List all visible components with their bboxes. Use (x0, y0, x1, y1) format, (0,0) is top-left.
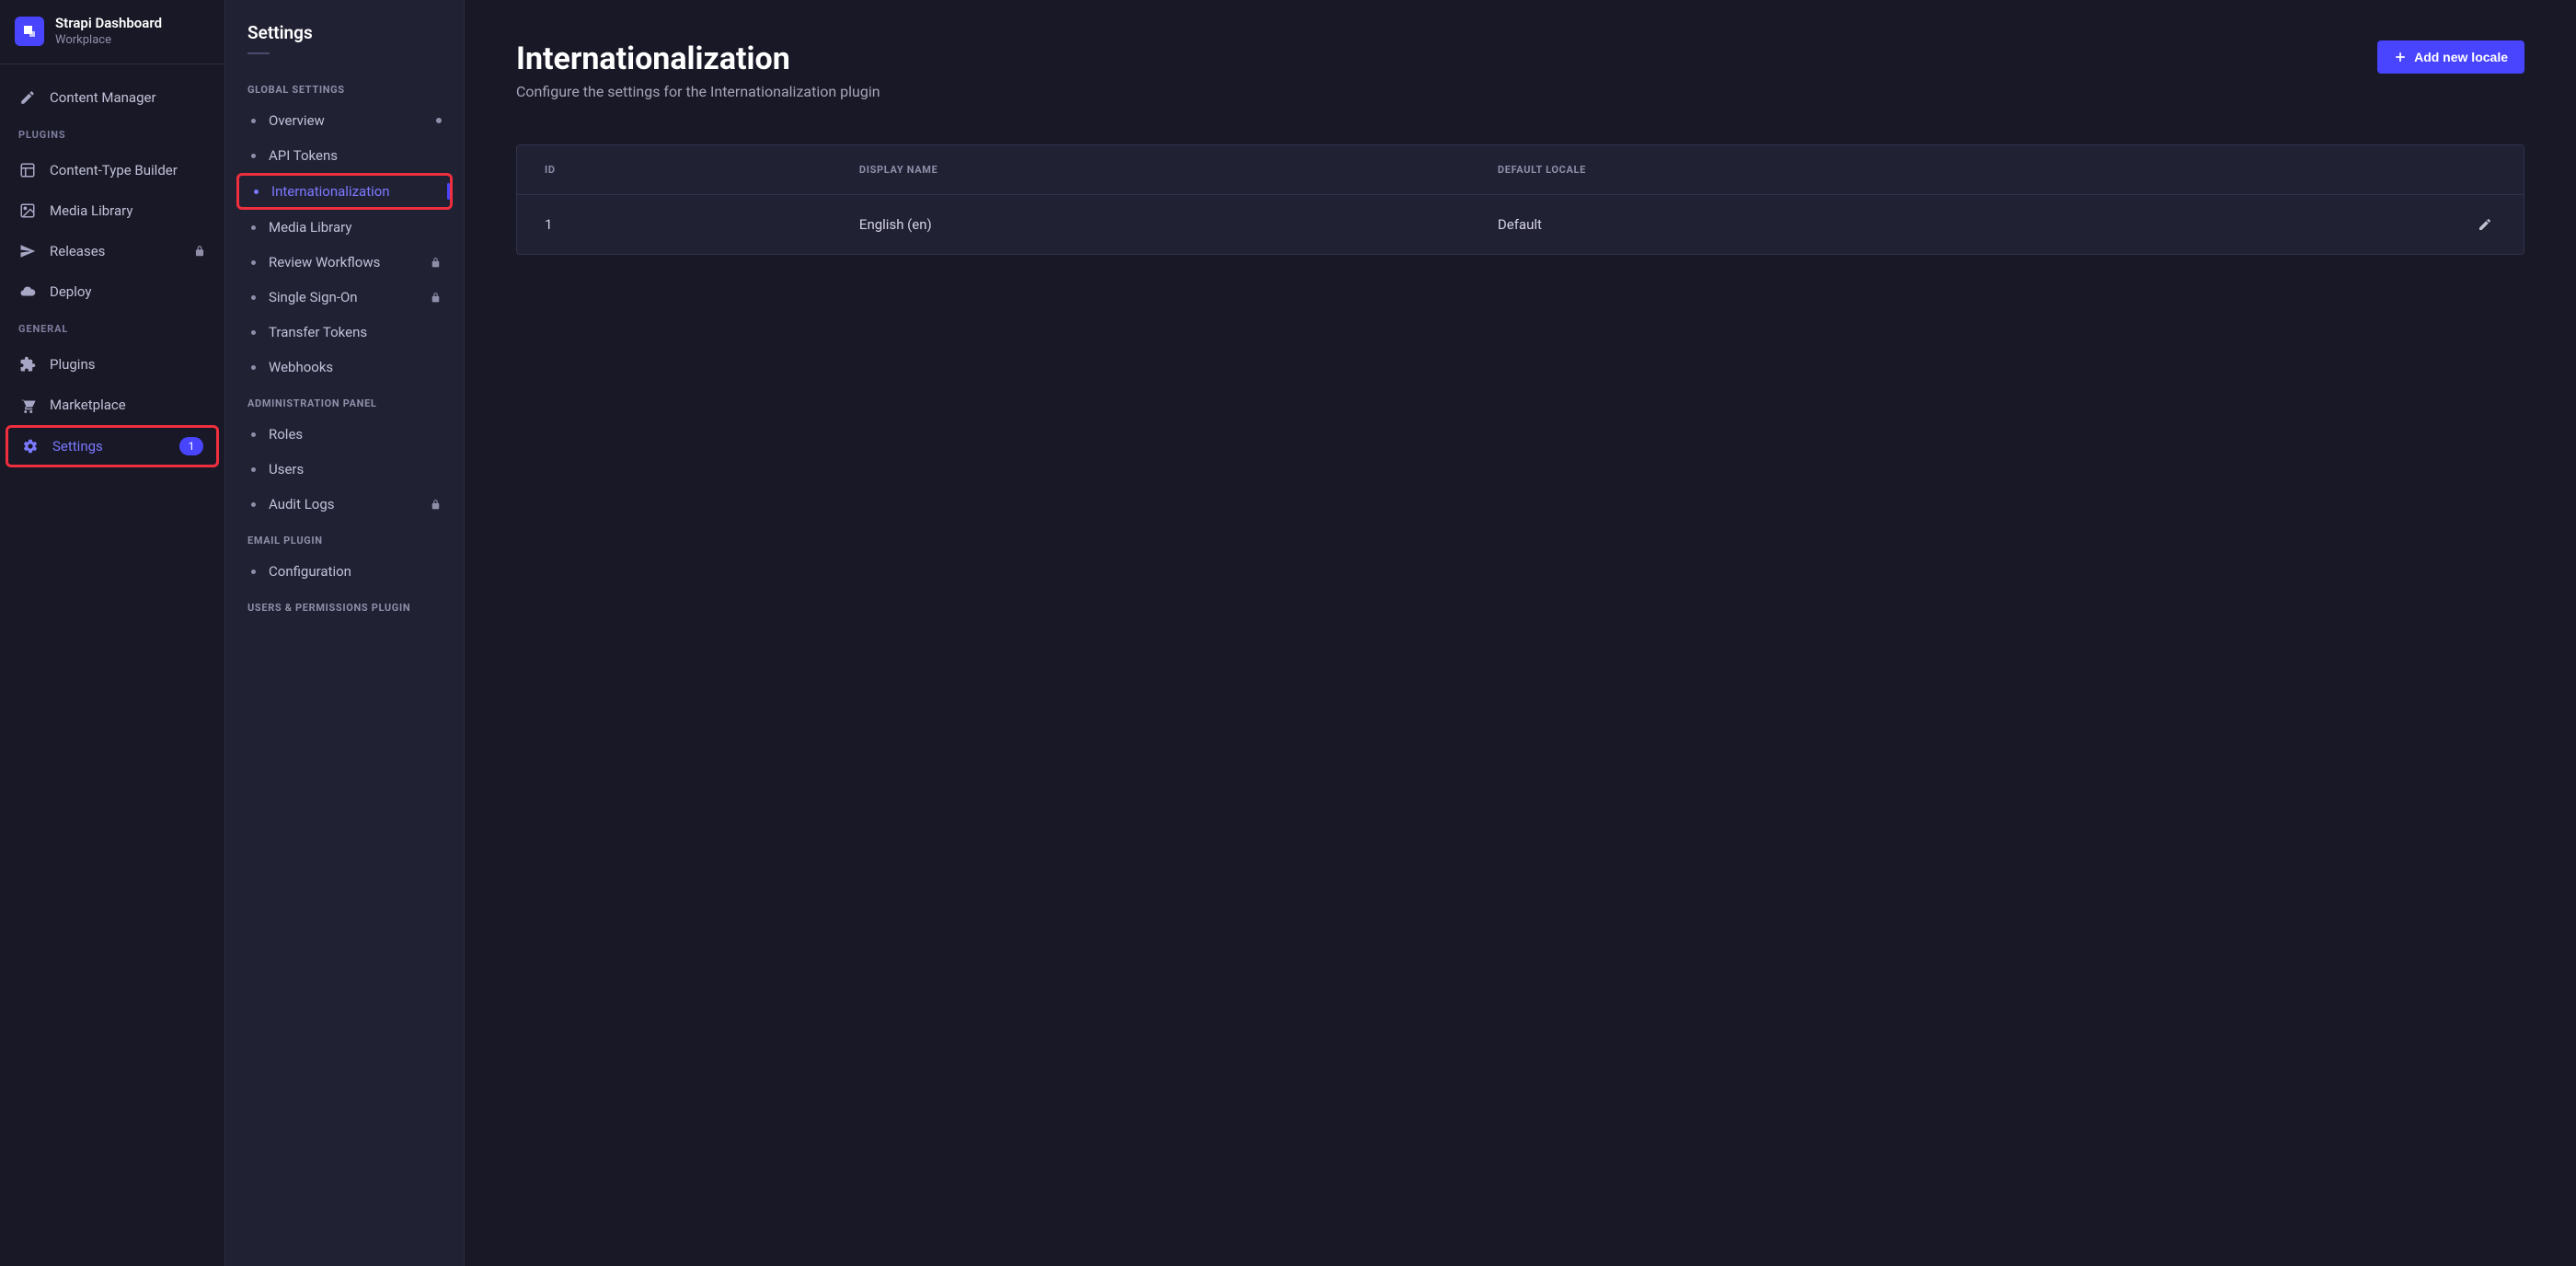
layout-icon (18, 161, 37, 179)
sidebar-settings: Settings GLOBAL SETTINGS Overview API Toke… (225, 0, 465, 1266)
cell-display-name: English (en) (832, 195, 1470, 255)
gear-icon (21, 437, 40, 455)
bullet-icon (251, 570, 256, 574)
pencil-icon (2478, 217, 2492, 232)
sub-item-label: Webhooks (269, 359, 333, 375)
bullet-icon (251, 502, 256, 507)
sub-item-roles[interactable]: Roles (225, 417, 464, 452)
pencil-square-icon (18, 88, 37, 107)
sub-item-label: Transfer Tokens (269, 324, 367, 340)
edit-button[interactable] (2474, 213, 2496, 236)
nav-settings[interactable]: Settings 1 (6, 425, 219, 467)
add-locale-button[interactable]: Add new locale (2377, 40, 2524, 74)
col-default-locale: DEFAULT LOCALE (1470, 145, 2155, 195)
page-title: Internationalization (516, 40, 880, 77)
page-description: Configure the settings for the Internati… (516, 83, 880, 100)
brand-header[interactable]: Strapi Dashboard Workplace (0, 0, 224, 64)
sub-item-review-workflows[interactable]: Review Workflows (225, 245, 464, 280)
nav-media-library[interactable]: Media Library (0, 190, 224, 231)
nav-label: Releases (50, 243, 105, 259)
nav-label: Settings (52, 438, 103, 455)
sub-item-label: Roles (269, 426, 303, 443)
locales-table-card: ID DISPLAY NAME DEFAULT LOCALE 1English … (516, 144, 2524, 255)
sub-item-api-tokens[interactable]: API Tokens (225, 138, 464, 173)
divider (247, 52, 270, 54)
sub-item-internationalization[interactable]: Internationalization (236, 173, 453, 210)
main-content: Internationalization Configure the setti… (465, 0, 2576, 1266)
paper-plane-icon (18, 242, 37, 260)
cell-id: 1 (517, 195, 832, 255)
sub-item-webhooks[interactable]: Webhooks (225, 350, 464, 385)
sub-item-label: API Tokens (269, 147, 338, 164)
sub-item-label: Review Workflows (269, 254, 380, 270)
lock-icon (430, 292, 442, 304)
strapi-logo-icon (15, 17, 44, 46)
bullet-icon (251, 225, 256, 230)
nav-heading-general: GENERAL (0, 312, 224, 344)
cell-default: Default (1470, 195, 2155, 255)
nav-label: Marketplace (50, 397, 126, 413)
sub-item-transfer-tokens[interactable]: Transfer Tokens (225, 315, 464, 350)
nav-marketplace[interactable]: Marketplace (0, 385, 224, 425)
bullet-icon (251, 119, 256, 123)
sub-item-configuration[interactable]: Configuration (225, 554, 464, 589)
sub-item-label: Users (269, 461, 304, 478)
lock-icon (430, 499, 442, 511)
settings-title: Settings (225, 22, 464, 52)
bullet-icon (251, 432, 256, 437)
sub-item-label: Audit Logs (269, 496, 335, 512)
col-display-name: DISPLAY NAME (832, 145, 1470, 195)
bullet-icon (251, 260, 256, 265)
nav-plugins[interactable]: Plugins (0, 344, 224, 385)
bullet-icon (254, 190, 259, 194)
settings-badge: 1 (179, 437, 203, 455)
col-id: ID (517, 145, 832, 195)
nav-label: Content-Type Builder (50, 162, 178, 178)
nav-deploy[interactable]: Deploy (0, 271, 224, 312)
bullet-icon (251, 295, 256, 300)
bullet-icon (251, 467, 256, 472)
sub-item-media-library[interactable]: Media Library (225, 210, 464, 245)
sub-item-label: Overview (269, 112, 325, 129)
sub-item-single-sign-on[interactable]: Single Sign-On (225, 280, 464, 315)
sub-item-users[interactable]: Users (225, 452, 464, 487)
puzzle-icon (18, 355, 37, 374)
sub-item-label: Internationalization (271, 183, 390, 200)
col-actions (2155, 145, 2524, 195)
nav-content-manager[interactable]: Content Manager (0, 77, 224, 118)
lock-icon (430, 257, 442, 269)
cell-actions (2155, 195, 2524, 255)
sub-item-audit-logs[interactable]: Audit Logs (225, 487, 464, 522)
brand-title: Strapi Dashboard (55, 15, 162, 31)
nav-label: Content Manager (50, 89, 156, 106)
indicator-dot-icon (436, 118, 442, 123)
nav-label: Plugins (50, 356, 95, 373)
sub-heading: GLOBAL SETTINGS (225, 71, 464, 103)
image-icon (18, 201, 37, 220)
plus-icon (2394, 51, 2407, 63)
nav-content-type-builder[interactable]: Content-Type Builder (0, 150, 224, 190)
nav-releases[interactable]: Releases (0, 231, 224, 271)
bullet-icon (251, 330, 256, 335)
sub-item-overview[interactable]: Overview (225, 103, 464, 138)
bullet-icon (251, 365, 256, 370)
sidebar-main: Strapi Dashboard Workplace Content Manag… (0, 0, 225, 1266)
locales-table: ID DISPLAY NAME DEFAULT LOCALE 1English … (517, 145, 2524, 254)
sub-heading: EMAIL PLUGIN (225, 522, 464, 554)
button-label: Add new locale (2414, 50, 2508, 64)
sub-item-label: Media Library (269, 219, 351, 236)
sub-item-label: Configuration (269, 563, 351, 580)
cart-icon (18, 396, 37, 414)
nav-heading-plugins: PLUGINS (0, 118, 224, 150)
nav-label: Deploy (50, 283, 91, 300)
cloud-icon (18, 282, 37, 301)
sub-heading: ADMINISTRATION PANEL (225, 385, 464, 417)
nav-label: Media Library (50, 202, 132, 219)
brand-subtitle: Workplace (55, 33, 162, 47)
table-row[interactable]: 1English (en)Default (517, 195, 2524, 255)
lock-icon (193, 245, 206, 258)
sub-heading: USERS & PERMISSIONS PLUGIN (225, 589, 464, 621)
bullet-icon (251, 154, 256, 158)
sub-item-label: Single Sign-On (269, 289, 358, 305)
